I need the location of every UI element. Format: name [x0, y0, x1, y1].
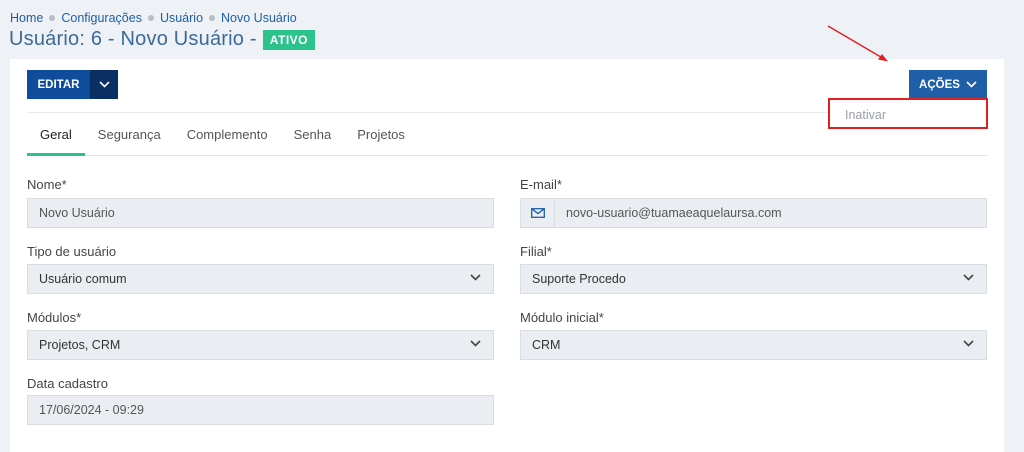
modulos-value: Projetos, CRM — [39, 338, 121, 352]
breadcrumb-configuracoes[interactable]: Configurações — [61, 11, 142, 25]
page-title: Usuário: 6 - Novo Usuário - — [9, 28, 257, 50]
tab-senha[interactable]: Senha — [281, 115, 345, 155]
chevron-down-icon — [963, 274, 974, 281]
data-cadastro-value: 17/06/2024 - 09:29 — [39, 403, 144, 417]
email-value: novo-usuario@tuamaeaquelaursa.com — [566, 206, 782, 220]
tab-complemento[interactable]: Complemento — [174, 115, 281, 155]
tab-geral[interactable]: Geral — [27, 115, 85, 156]
filial-select[interactable]: Suporte Procedo — [520, 264, 987, 294]
actions-button-label: AÇÕES — [919, 78, 960, 91]
email-label: E-mail* — [520, 177, 562, 192]
breadcrumb-home[interactable]: Home — [10, 11, 43, 25]
tab-seguranca[interactable]: Segurança — [85, 115, 174, 155]
chevron-down-icon — [966, 81, 977, 88]
envelope-icon — [530, 208, 545, 218]
modulos-label: Módulos* — [27, 310, 82, 325]
data-cadastro-label: Data cadastro — [27, 376, 108, 391]
actions-button[interactable]: AÇÕES — [909, 70, 987, 99]
filial-label: Filial* — [520, 244, 552, 259]
edit-button[interactable]: EDITAR — [27, 70, 90, 99]
nome-label: Nome* — [27, 177, 67, 192]
main-card: EDITAR AÇÕES Inativar Geral Segurança Co… — [10, 59, 1004, 452]
nome-value: Novo Usuário — [39, 206, 115, 220]
title-row: Usuário: 6 - Novo Usuário - ATIVO — [9, 28, 315, 51]
data-cadastro-field[interactable]: 17/06/2024 - 09:29 — [27, 395, 494, 425]
modulo-inicial-select[interactable]: CRM — [520, 330, 987, 360]
chevron-down-icon — [963, 340, 974, 347]
tab-bar: Geral Segurança Complemento Senha Projet… — [27, 115, 987, 156]
annotation-arrow-icon — [827, 25, 888, 62]
nome-field[interactable]: Novo Usuário — [27, 198, 494, 228]
breadcrumb-usuario[interactable]: Usuário — [160, 11, 203, 25]
breadcrumb-separator — [147, 15, 154, 21]
tipo-usuario-value: Usuário comum — [39, 272, 127, 286]
chevron-down-icon — [98, 81, 110, 88]
tipo-usuario-select[interactable]: Usuário comum — [27, 264, 494, 294]
modulo-inicial-value: CRM — [532, 338, 561, 352]
modulos-select[interactable]: Projetos, CRM — [27, 330, 494, 360]
breadcrumb-separator — [49, 15, 56, 21]
modulo-inicial-label: Módulo inicial* — [520, 310, 604, 325]
email-icon-addon — [521, 199, 555, 227]
breadcrumb-separator — [209, 15, 216, 21]
tipo-usuario-label: Tipo de usuário — [27, 244, 117, 259]
edit-dropdown-toggle[interactable] — [90, 70, 118, 99]
email-field[interactable]: novo-usuario@tuamaeaquelaursa.com — [520, 198, 987, 228]
chevron-down-icon — [470, 340, 481, 347]
breadcrumb-current[interactable]: Novo Usuário — [221, 11, 297, 25]
breadcrumb: Home Configurações Usuário Novo Usuário — [10, 11, 297, 25]
tab-projetos[interactable]: Projetos — [344, 115, 418, 155]
status-badge: ATIVO — [262, 29, 315, 50]
filial-value: Suporte Procedo — [532, 272, 626, 286]
chevron-down-icon — [470, 274, 481, 281]
